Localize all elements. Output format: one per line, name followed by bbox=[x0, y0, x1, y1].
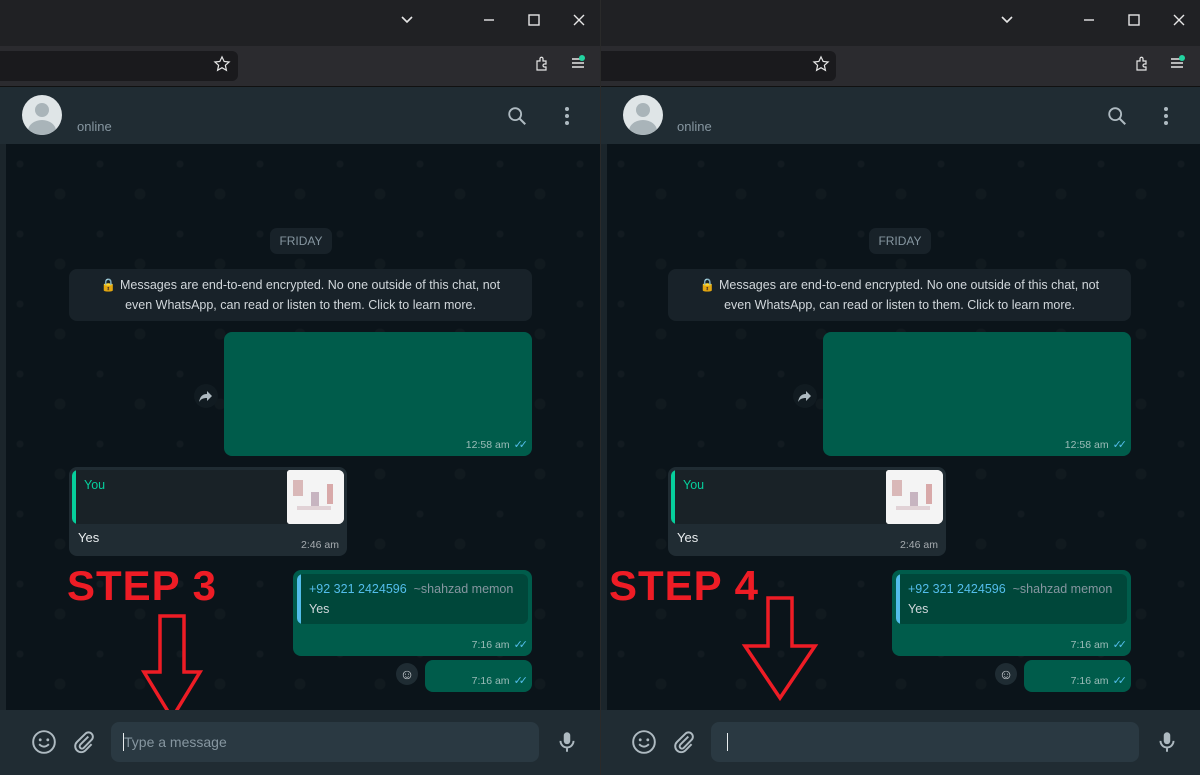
media-message[interactable]: 12:58 am ✓✓ bbox=[224, 332, 532, 456]
menu-icon[interactable] bbox=[567, 55, 589, 77]
contact-status: online bbox=[677, 119, 712, 134]
down-arrow-annotation bbox=[741, 596, 819, 702]
read-ticks-icon: ✓✓ bbox=[1112, 639, 1128, 651]
message-time: 12:58 am ✓✓ bbox=[465, 439, 529, 451]
close-icon[interactable] bbox=[566, 10, 592, 36]
outgoing-message-short[interactable]: 7:16 am ✓✓ bbox=[1024, 660, 1131, 692]
message-input[interactable] bbox=[711, 722, 1139, 762]
quoted-message[interactable]: +92 321 2424596 ~shahzad memon Yes bbox=[297, 574, 528, 624]
minimize-icon[interactable] bbox=[1076, 10, 1102, 36]
notification-dot bbox=[1179, 55, 1185, 61]
browser-toolbar bbox=[601, 46, 1200, 86]
outgoing-message[interactable]: +92 321 2424596 ~shahzad memon Yes 7:16 … bbox=[293, 570, 532, 656]
message-time: 7:16 am ✓✓ bbox=[471, 675, 529, 687]
quote-author: You bbox=[683, 478, 705, 492]
emoji-icon[interactable] bbox=[31, 729, 57, 755]
close-icon[interactable] bbox=[1166, 10, 1192, 36]
day-divider: FRIDAY bbox=[869, 228, 931, 254]
read-ticks-icon: ✓✓ bbox=[513, 675, 529, 687]
read-ticks-icon: ✓✓ bbox=[513, 639, 529, 651]
quoted-image-thumbnail bbox=[287, 470, 344, 524]
scroll-edge bbox=[0, 144, 6, 710]
message-time: 2:46 am bbox=[900, 539, 938, 551]
more-options-icon[interactable] bbox=[1155, 105, 1177, 127]
quoted-message[interactable]: +92 321 2424596 ~shahzad memon Yes bbox=[896, 574, 1127, 624]
quote-author: +92 321 2424596 ~shahzad memon bbox=[309, 582, 514, 596]
quote-text: Yes bbox=[908, 602, 929, 616]
browser-titlebar bbox=[0, 0, 600, 46]
avatar[interactable] bbox=[22, 95, 62, 135]
compose-bar: Type a message bbox=[0, 710, 600, 775]
bookmark-star-icon[interactable] bbox=[810, 55, 832, 77]
lock-icon: 🔒 bbox=[699, 278, 716, 292]
read-ticks-icon: ✓✓ bbox=[1112, 439, 1128, 451]
notification-dot bbox=[579, 55, 585, 61]
address-bar[interactable] bbox=[0, 51, 238, 81]
scroll-edge bbox=[601, 144, 607, 710]
maximize-icon[interactable] bbox=[1121, 10, 1147, 36]
right-pane: online FRIDAY 🔒 Messages are end-to-end … bbox=[600, 0, 1200, 775]
microphone-icon[interactable] bbox=[554, 729, 580, 755]
extensions-icon[interactable] bbox=[532, 55, 554, 77]
text-caret bbox=[727, 733, 728, 751]
browser-titlebar bbox=[601, 0, 1200, 46]
message-time: 7:16 am ✓✓ bbox=[1070, 675, 1128, 687]
lock-icon: 🔒 bbox=[100, 278, 117, 292]
search-icon[interactable] bbox=[506, 105, 528, 127]
conversation-panel[interactable]: FRIDAY 🔒 Messages are end-to-end encrypt… bbox=[601, 144, 1200, 710]
quoted-image-thumbnail bbox=[886, 470, 943, 524]
incoming-message[interactable]: You Yes 2:46 am bbox=[668, 467, 946, 556]
conversation-panel[interactable]: FRIDAY 🔒 Messages are end-to-end encrypt… bbox=[0, 144, 600, 722]
emoji-react-icon[interactable]: ☺ bbox=[396, 663, 418, 685]
message-time: 2:46 am bbox=[301, 539, 339, 551]
address-bar[interactable] bbox=[601, 51, 836, 81]
incoming-message[interactable]: You Yes 2:46 am bbox=[69, 467, 347, 556]
chevron-down-icon[interactable] bbox=[394, 10, 420, 36]
emoji-icon[interactable] bbox=[631, 729, 657, 755]
message-input[interactable]: Type a message bbox=[111, 722, 539, 762]
message-time: 7:16 am ✓✓ bbox=[471, 639, 529, 651]
compose-bar bbox=[601, 710, 1200, 775]
attach-icon[interactable] bbox=[671, 729, 697, 755]
microphone-icon[interactable] bbox=[1154, 729, 1180, 755]
more-options-icon[interactable] bbox=[556, 105, 578, 127]
encryption-notice[interactable]: 🔒 Messages are end-to-end encrypted. No … bbox=[668, 269, 1131, 321]
step-label: STEP 3 bbox=[67, 562, 217, 609]
contact-status: online bbox=[77, 119, 112, 134]
quote-author: +92 321 2424596 ~shahzad memon bbox=[908, 582, 1113, 596]
read-ticks-icon: ✓✓ bbox=[1112, 675, 1128, 687]
minimize-icon[interactable] bbox=[476, 10, 502, 36]
media-message[interactable]: 12:58 am ✓✓ bbox=[823, 332, 1131, 456]
outgoing-message-short[interactable]: 7:16 am ✓✓ bbox=[425, 660, 532, 692]
encryption-notice[interactable]: 🔒 Messages are end-to-end encrypted. No … bbox=[69, 269, 532, 321]
quote-text: Yes bbox=[309, 602, 330, 616]
chat-header: online bbox=[601, 86, 1200, 145]
chat-header: online bbox=[0, 86, 600, 145]
avatar[interactable] bbox=[623, 95, 663, 135]
chevron-down-icon[interactable] bbox=[994, 10, 1020, 36]
bookmark-star-icon[interactable] bbox=[211, 55, 233, 77]
message-placeholder: Type a message bbox=[124, 734, 227, 750]
search-icon[interactable] bbox=[1106, 105, 1128, 127]
message-text: Yes bbox=[78, 530, 100, 545]
emoji-react-icon[interactable]: ☺ bbox=[995, 663, 1017, 685]
left-pane: online FRIDAY 🔒 Messages are end-to-end … bbox=[0, 0, 600, 775]
forward-icon[interactable] bbox=[194, 384, 218, 408]
quote-author: You bbox=[84, 478, 106, 492]
message-time: 7:16 am ✓✓ bbox=[1070, 639, 1128, 651]
read-ticks-icon: ✓✓ bbox=[513, 439, 529, 451]
day-divider: FRIDAY bbox=[270, 228, 332, 254]
quoted-message[interactable]: You bbox=[72, 470, 344, 524]
message-time: 12:58 am ✓✓ bbox=[1064, 439, 1128, 451]
step-label: STEP 4 bbox=[609, 562, 759, 609]
quoted-message[interactable]: You bbox=[671, 470, 943, 524]
maximize-icon[interactable] bbox=[521, 10, 547, 36]
message-text: Yes bbox=[677, 530, 699, 545]
extensions-icon[interactable] bbox=[1132, 55, 1154, 77]
forward-icon[interactable] bbox=[793, 384, 817, 408]
outgoing-message[interactable]: +92 321 2424596 ~shahzad memon Yes 7:16 … bbox=[892, 570, 1131, 656]
down-arrow-annotation bbox=[140, 614, 204, 722]
attach-icon[interactable] bbox=[71, 729, 97, 755]
browser-toolbar bbox=[0, 46, 600, 86]
